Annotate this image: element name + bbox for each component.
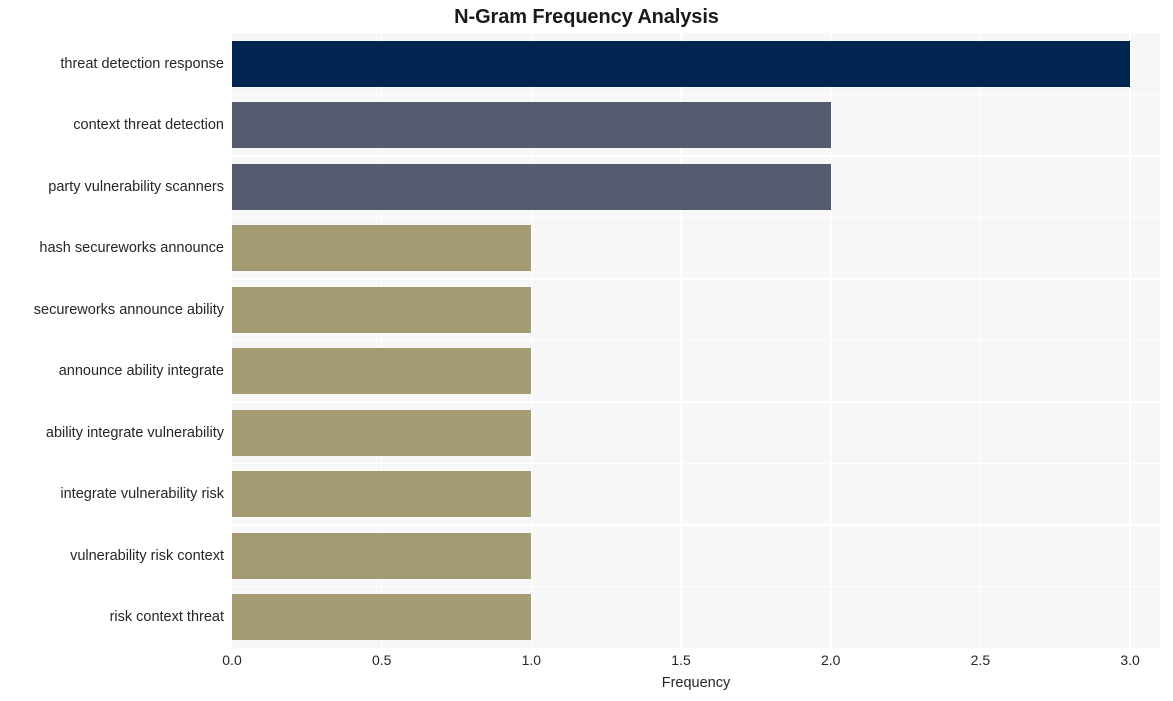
y-axis-tick-label: hash secureworks announce xyxy=(39,240,224,257)
x-axis-tick-label: 0.5 xyxy=(371,652,392,668)
x-axis-tick-label: 1.0 xyxy=(521,652,542,668)
y-axis-tick-label: secureworks announce ability xyxy=(33,301,224,318)
gridline-horizontal xyxy=(232,278,1160,280)
bar xyxy=(232,163,831,210)
chart-title: N-Gram Frequency Analysis xyxy=(454,6,719,28)
gridline-horizontal xyxy=(232,339,1160,342)
x-axis-tick-label: 0.0 xyxy=(222,652,242,668)
y-axis-tick-label: risk context threat xyxy=(109,609,224,626)
gridline-horizontal xyxy=(232,585,1160,588)
y-axis-tick-label: party vulnerability scanners xyxy=(48,178,224,195)
gridline-horizontal xyxy=(232,524,1160,526)
gridline-horizontal xyxy=(232,93,1160,96)
bar xyxy=(232,471,532,518)
bar xyxy=(232,102,831,149)
bar xyxy=(232,225,532,272)
gridline-horizontal xyxy=(232,401,1160,403)
bar xyxy=(232,594,532,641)
x-axis-tick-label: 2.5 xyxy=(970,652,991,668)
x-axis-tick-label: 3.0 xyxy=(1120,652,1140,668)
y-axis-tick-labels: threat detection response context threat … xyxy=(0,33,224,648)
plot-area xyxy=(232,33,1160,648)
x-axis-tick-label: 1.5 xyxy=(671,652,691,668)
gridline-horizontal xyxy=(232,216,1160,219)
bar xyxy=(232,286,532,333)
bar xyxy=(232,40,1131,87)
gridline-horizontal xyxy=(232,462,1160,465)
chart-figure: N-Gram Frequency Analysis threat detecti… xyxy=(0,0,1173,701)
y-axis-tick-label: integrate vulnerability risk xyxy=(60,486,224,503)
bar xyxy=(232,532,532,579)
y-axis-tick-label: context threat detection xyxy=(73,117,224,134)
y-axis-tick-label: threat detection response xyxy=(60,55,224,72)
x-axis-title: Frequency xyxy=(661,675,731,691)
gridline-horizontal xyxy=(232,155,1160,157)
x-axis-tick-labels: 0.0 0.5 1.0 1.5 2.0 2.5 3.0 xyxy=(222,652,1160,672)
y-axis-tick-label: announce ability integrate xyxy=(58,363,224,380)
y-axis-tick-label: ability integrate vulnerability xyxy=(45,424,224,441)
x-axis-tick-label: 2.0 xyxy=(820,652,841,668)
y-axis-tick-label: vulnerability risk context xyxy=(70,547,224,564)
bar xyxy=(232,348,532,395)
bar xyxy=(232,409,532,456)
